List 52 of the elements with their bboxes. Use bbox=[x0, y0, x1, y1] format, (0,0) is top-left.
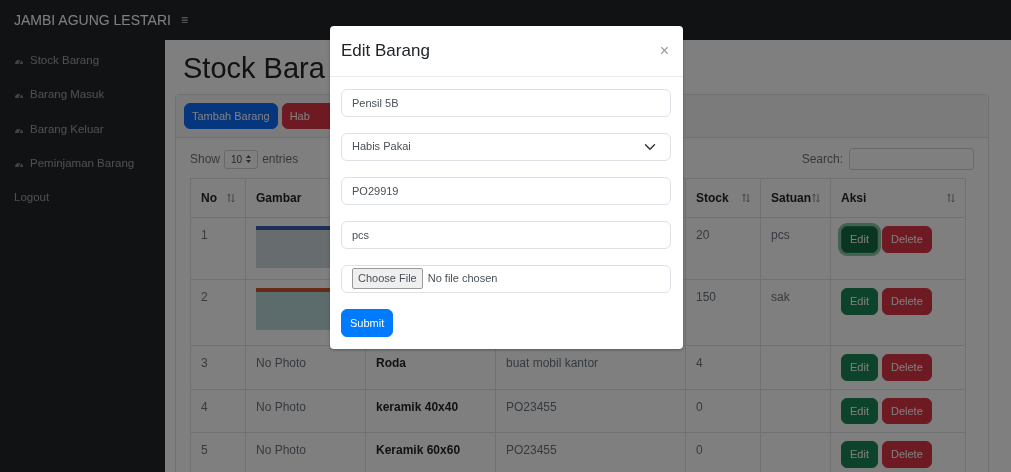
sort-icon[interactable] bbox=[742, 193, 750, 204]
submit-button[interactable]: Submit bbox=[341, 308, 394, 337]
edit-button[interactable]: Edit bbox=[841, 441, 878, 468]
column-header: Stock bbox=[685, 178, 761, 218]
table-cell: pcs bbox=[760, 217, 831, 280]
table-cell: sak bbox=[760, 279, 831, 346]
column-header: Satuan bbox=[760, 178, 831, 218]
toolbar-button[interactable]: Tambah Barang bbox=[184, 102, 278, 130]
delete-button[interactable]: Delete bbox=[881, 226, 932, 253]
edit-button[interactable]: Edit bbox=[841, 397, 878, 425]
text-field[interactable]: PO29919 bbox=[341, 176, 671, 205]
table-cell: 4 bbox=[685, 345, 761, 390]
dialog-title: Edit Barang bbox=[341, 40, 430, 62]
close-button[interactable]: × bbox=[657, 42, 671, 59]
delete-button[interactable]: Delete bbox=[881, 354, 932, 381]
delete-button[interactable]: Delete bbox=[881, 397, 932, 425]
sort-icon[interactable] bbox=[227, 193, 235, 204]
search-field[interactable] bbox=[849, 148, 974, 171]
edit-button[interactable]: Edit bbox=[841, 226, 878, 253]
edit-button[interactable]: Edit bbox=[841, 354, 878, 381]
search-label: Search: bbox=[801, 151, 843, 169]
sort-arrows-icon bbox=[246, 155, 252, 164]
table-cell: 5 bbox=[190, 432, 246, 472]
text-field[interactable]: pcs bbox=[341, 220, 671, 249]
entries-select[interactable]: 10 bbox=[224, 149, 259, 169]
table-cell: 20 bbox=[685, 217, 761, 280]
file-field[interactable]: Choose File No file chosen bbox=[341, 264, 671, 293]
table-cell: No Photo bbox=[245, 389, 366, 433]
text-field[interactable]: Pensil 5B bbox=[341, 88, 671, 117]
delete-button[interactable]: Delete bbox=[881, 288, 932, 315]
table-cell: 3 bbox=[190, 345, 246, 390]
file-status-text: No file chosen bbox=[427, 271, 498, 287]
column-header: Aksi bbox=[830, 178, 966, 218]
page-title: Stock Bara bbox=[183, 51, 325, 86]
entries-label: entries bbox=[262, 151, 299, 169]
table-cell: 0 bbox=[685, 389, 761, 433]
table-cell: 2 bbox=[190, 279, 246, 346]
show-label: Show bbox=[190, 151, 221, 169]
choose-file-button[interactable]: Choose File bbox=[352, 268, 423, 289]
sort-icon[interactable] bbox=[947, 193, 955, 204]
edit-button[interactable]: Edit bbox=[841, 288, 878, 315]
table-cell: PO23455 bbox=[495, 389, 686, 433]
table-cell: 1 bbox=[190, 217, 246, 280]
table-cell: 150 bbox=[685, 279, 761, 346]
category-select[interactable]: Habis Pakai bbox=[341, 132, 671, 161]
table-cell: 4 bbox=[190, 389, 246, 433]
delete-button[interactable]: Delete bbox=[881, 441, 932, 468]
column-header: No bbox=[190, 178, 246, 218]
table-cell: keramik 40x40 bbox=[365, 389, 496, 433]
brand-title[interactable]: JAMBI AGUNG LESTARI bbox=[14, 9, 171, 31]
menu-toggle[interactable]: ≡ bbox=[180, 11, 188, 29]
sort-icon[interactable] bbox=[812, 193, 820, 204]
